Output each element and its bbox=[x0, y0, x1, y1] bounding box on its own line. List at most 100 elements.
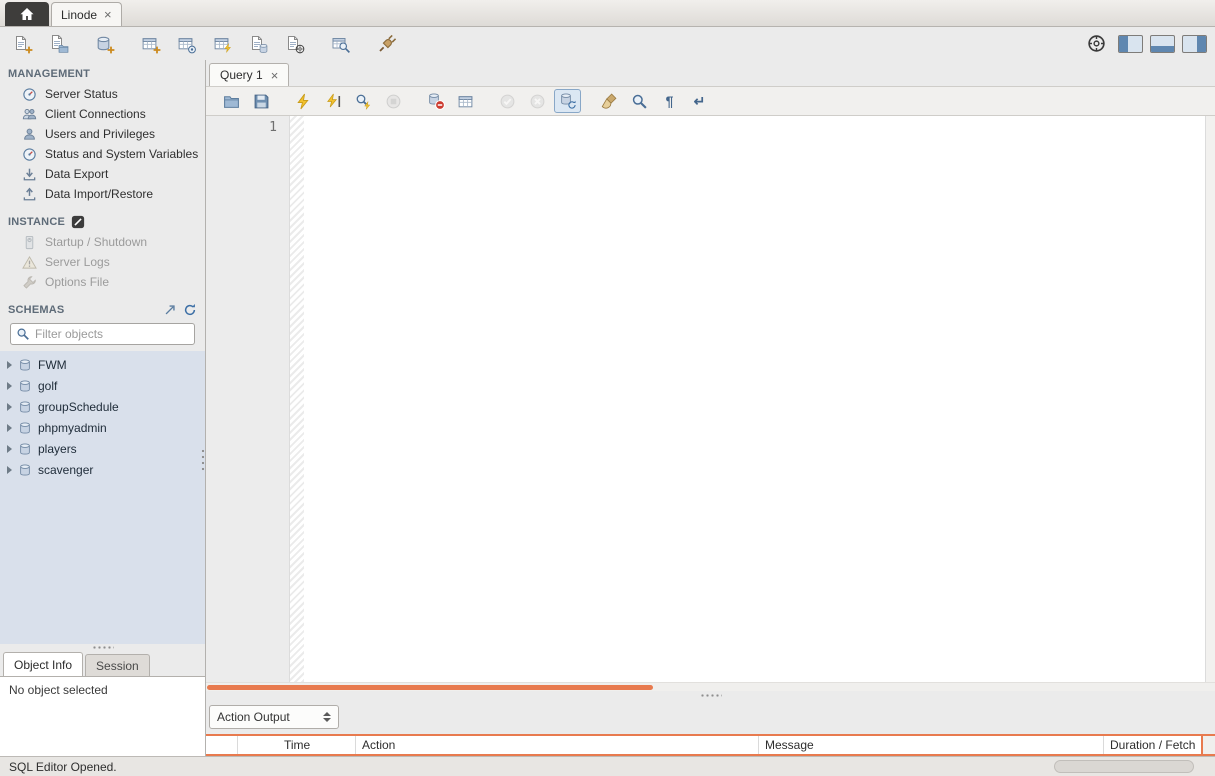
execute-icon[interactable] bbox=[290, 89, 317, 113]
status-bar: SQL Editor Opened. bbox=[0, 756, 1215, 776]
expander-icon[interactable] bbox=[7, 423, 12, 432]
schema-row-phpmyadmin[interactable]: phpmyadmin bbox=[0, 417, 205, 438]
sidebar: MANAGEMENT Server Status Client Connecti… bbox=[0, 60, 206, 756]
sidebar-item-data-export[interactable]: Data Export bbox=[0, 164, 205, 184]
output-col-action[interactable]: Action bbox=[356, 736, 759, 754]
tab-label: Session bbox=[96, 658, 139, 673]
content-area: MANAGEMENT Server Status Client Connecti… bbox=[0, 60, 1215, 756]
toggle-output-area-icon[interactable] bbox=[1150, 34, 1175, 53]
import-icon bbox=[22, 187, 37, 202]
open-script-icon[interactable] bbox=[218, 89, 245, 113]
new-query-tab-icon[interactable] bbox=[8, 30, 38, 57]
instance-section-header: INSTANCE bbox=[0, 212, 205, 232]
main-toolbar bbox=[0, 27, 1215, 60]
commit-icon[interactable] bbox=[494, 89, 521, 113]
output-col-duration[interactable]: Duration / Fetch bbox=[1104, 736, 1201, 754]
export-icon bbox=[22, 167, 37, 182]
execute-current-icon[interactable] bbox=[320, 89, 347, 113]
sidebar-item-label: Server Logs bbox=[45, 255, 110, 269]
schemas-section-header: SCHEMAS bbox=[0, 300, 205, 320]
connection-tab[interactable]: Linode × bbox=[51, 2, 122, 26]
open-schema-panel-icon[interactable] bbox=[163, 303, 177, 317]
output-scrollbar[interactable] bbox=[1201, 736, 1215, 754]
expander-icon[interactable] bbox=[7, 444, 12, 453]
preferences-icon[interactable] bbox=[1081, 30, 1111, 57]
create-procedure-icon[interactable] bbox=[244, 30, 274, 57]
editor-text-area[interactable] bbox=[304, 116, 1205, 682]
schema-icon bbox=[18, 379, 32, 393]
create-table-icon[interactable] bbox=[136, 30, 166, 57]
output-col-message[interactable]: Message bbox=[759, 736, 1104, 754]
search-icon bbox=[17, 328, 30, 341]
expander-icon[interactable] bbox=[7, 402, 12, 411]
limit-rows-icon[interactable] bbox=[452, 89, 479, 113]
sidebar-item-status-variables[interactable]: Status and System Variables bbox=[0, 144, 205, 164]
query-tab-label: Query 1 bbox=[220, 68, 263, 82]
save-script-icon[interactable] bbox=[248, 89, 275, 113]
schemas-header-icons bbox=[163, 303, 197, 317]
tab-session[interactable]: Session bbox=[85, 654, 150, 676]
schema-row-golf[interactable]: golf bbox=[0, 375, 205, 396]
sidebar-item-server-status[interactable]: Server Status bbox=[0, 84, 205, 104]
close-query-tab-icon[interactable]: × bbox=[271, 69, 279, 82]
sidebar-item-server-logs[interactable]: Server Logs bbox=[0, 252, 205, 272]
power-icon bbox=[22, 235, 37, 250]
editor-horizontal-scrollbar[interactable] bbox=[206, 682, 1215, 691]
schema-row-players[interactable]: players bbox=[0, 438, 205, 459]
output-splitter[interactable] bbox=[206, 691, 1215, 699]
create-schema-icon[interactable] bbox=[90, 30, 120, 57]
create-function-icon[interactable] bbox=[280, 30, 310, 57]
stop-icon[interactable] bbox=[380, 89, 407, 113]
toggle-invisible-chars-icon[interactable]: ¶ bbox=[656, 89, 683, 113]
beautify-icon[interactable] bbox=[596, 89, 623, 113]
sidebar-item-users-privileges[interactable]: Users and Privileges bbox=[0, 124, 205, 144]
output-col-status[interactable] bbox=[206, 736, 238, 754]
toggle-autocommit-icon[interactable] bbox=[554, 89, 581, 113]
sidebar-bottom-tabs: Object Info Session bbox=[0, 650, 205, 676]
schema-row-scavenger[interactable]: scavenger bbox=[0, 459, 205, 480]
sidebar-item-data-import[interactable]: Data Import/Restore bbox=[0, 184, 205, 204]
instance-config-icon[interactable] bbox=[71, 215, 85, 229]
schema-row-groupschedule[interactable]: groupSchedule bbox=[0, 396, 205, 417]
sidebar-splitter-handle[interactable] bbox=[201, 448, 205, 472]
main-toolbar-left bbox=[8, 30, 402, 57]
toggle-secondary-sidebar-icon[interactable] bbox=[1182, 34, 1207, 53]
sidebar-item-options-file[interactable]: Options File bbox=[0, 272, 205, 292]
close-connection-tab-icon[interactable]: × bbox=[104, 8, 112, 21]
toggle-sidebar-icon[interactable] bbox=[1118, 34, 1143, 53]
editor-vertical-scrollbar[interactable] bbox=[1205, 116, 1215, 682]
open-sql-script-icon[interactable] bbox=[44, 30, 74, 57]
refresh-schemas-icon[interactable] bbox=[183, 303, 197, 317]
management-section-header: MANAGEMENT bbox=[0, 64, 205, 84]
query-tab[interactable]: Query 1 × bbox=[209, 63, 290, 86]
sidebar-item-label: Startup / Shutdown bbox=[45, 235, 148, 249]
create-routine-icon[interactable] bbox=[208, 30, 238, 57]
sidebar-item-label: Client Connections bbox=[45, 107, 146, 121]
toggle-wrap-icon[interactable]: ↵ bbox=[686, 89, 713, 113]
gauge-icon bbox=[22, 87, 37, 102]
sidebar-item-startup-shutdown[interactable]: Startup / Shutdown bbox=[0, 232, 205, 252]
app-window: Linode × MANAGEMENT Server Status Client… bbox=[0, 0, 1215, 776]
find-icon[interactable] bbox=[626, 89, 653, 113]
sidebar-item-client-connections[interactable]: Client Connections bbox=[0, 104, 205, 124]
output-table-header: Time Action Message Duration / Fetch bbox=[206, 734, 1215, 756]
schema-row-fwm[interactable]: FWM bbox=[0, 354, 205, 375]
expander-icon[interactable] bbox=[7, 360, 12, 369]
reconnect-dbms-icon[interactable] bbox=[372, 30, 402, 57]
output-col-time[interactable]: Time bbox=[238, 736, 356, 754]
rollback-icon[interactable] bbox=[524, 89, 551, 113]
expander-icon[interactable] bbox=[7, 381, 12, 390]
sidebar-item-label: Status and System Variables bbox=[45, 147, 199, 161]
create-view-icon[interactable] bbox=[172, 30, 202, 57]
output-selector[interactable]: Action Output bbox=[209, 705, 339, 729]
expander-icon[interactable] bbox=[7, 465, 12, 474]
schema-filter-input[interactable] bbox=[35, 327, 189, 341]
toggle-stop-on-error-icon[interactable] bbox=[422, 89, 449, 113]
home-tab[interactable] bbox=[5, 2, 49, 26]
explain-icon[interactable] bbox=[350, 89, 377, 113]
tab-object-info[interactable]: Object Info bbox=[3, 652, 84, 676]
sidebar-item-label: Data Export bbox=[45, 167, 109, 181]
search-table-data-icon[interactable] bbox=[326, 30, 356, 57]
editor-gutter[interactable]: 1 bbox=[206, 116, 290, 682]
horizontal-scroll-thumb[interactable] bbox=[207, 685, 653, 690]
